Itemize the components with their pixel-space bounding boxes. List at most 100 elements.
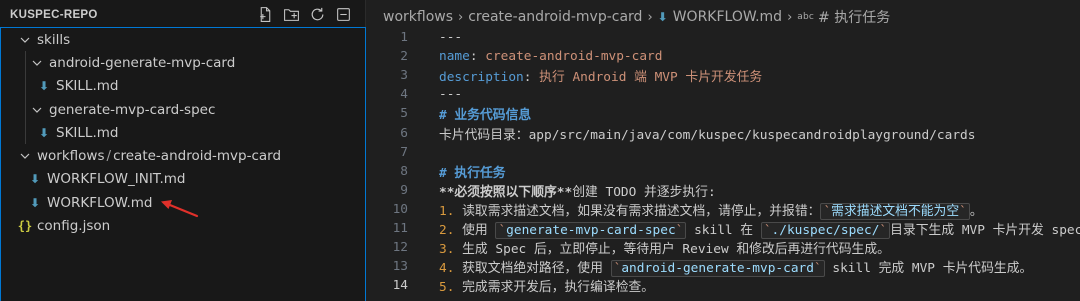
list-number: 3. (439, 242, 455, 258)
tree-item-label: WORKFLOW.md (47, 194, 153, 211)
tree-folder-workflows-create-android-mvp-card[interactable]: workflows / create-android-mvp-card (1, 144, 365, 167)
code-line: 6 卡片代码目录：app/src/main/java/com/kuspec/ku… (367, 123, 1080, 143)
list-number: 2. (439, 222, 455, 238)
breadcrumb: workflows › create-android-mvp-card › ⬇ … (383, 7, 890, 27)
code-text: 创建 TODO 并逐步执行: (572, 184, 716, 200)
inline-code-text: ./kuspec/spec/ (771, 222, 880, 238)
yaml-delimiter: --- (439, 30, 463, 46)
chevron-down-icon (29, 102, 45, 118)
code-text: 完成需求开发后，执行编译检查。 (454, 280, 655, 296)
markdown-file-icon: ⬇ (29, 172, 41, 187)
tree-item-label: android-generate-mvp-card (49, 54, 236, 71)
code-line: 7 (367, 143, 1080, 162)
breadcrumb-item-workflows[interactable]: workflows (383, 9, 453, 25)
code-text: 。 (969, 203, 983, 219)
collapse-all-icon[interactable] (335, 6, 352, 23)
tree-item-label: config.json (37, 218, 111, 235)
red-arrow-annotation-icon (161, 200, 199, 218)
chevron-right-icon: › (647, 9, 653, 25)
yaml-colon: : (523, 70, 540, 86)
code-line: 10 1. 读取需求描述文档，如果没有需求描述文档，请停止，并报错： `需求描述文… (367, 200, 1080, 220)
code-line-active: 14 5. 完成需求开发后，执行编译检查。 (367, 276, 1080, 295)
inline-code: `generate-mvp-card-spec` (495, 221, 687, 239)
code-area[interactable]: 1 --- 2 name: create-android-mvp-card 3 … (367, 28, 1080, 295)
inline-code-text: android-generate-mvp-card (621, 261, 814, 277)
tree-file-workflow-init-md[interactable]: ⬇ WORKFLOW_INIT.md (1, 168, 365, 191)
refresh-icon[interactable] (309, 6, 326, 23)
line-number: 1 (400, 30, 408, 46)
tree-folder-android-generate-mvp-card[interactable]: android-generate-mvp-card (1, 51, 365, 75)
code-line: 13 4. 获取文档绝对路径，使用 `android-generate-mvp-… (367, 257, 1080, 278)
yaml-colon: : (469, 49, 486, 65)
code-text: skill 完成 MVP 卡片代码生成。 (824, 261, 1033, 277)
line-number: 2 (400, 49, 408, 65)
chevron-down-icon (17, 32, 33, 48)
yaml-delimiter: --- (439, 87, 463, 103)
line-number: 9 (400, 182, 408, 198)
markdown-file-icon: ⬇ (38, 125, 50, 140)
inline-code-text: 需求描述文档不能为空 (831, 203, 960, 219)
line-number: 14 (392, 278, 408, 294)
list-number: 5. (439, 280, 455, 296)
inline-code: `./kuspec/spec/` (760, 221, 891, 239)
chevron-down-icon (17, 148, 33, 164)
new-folder-icon[interactable] (283, 6, 300, 23)
yaml-value: create-android-mvp-card (485, 49, 663, 65)
indent-guide (25, 121, 26, 145)
tree-file-skill-md[interactable]: ⬇ SKILL.md (1, 74, 365, 98)
code-line: 3 description: 执行 Android 端 MVP 卡片开发任务 (367, 66, 1080, 85)
code-line: 5 # 业务代码信息 (367, 104, 1080, 123)
backtick: ` (823, 203, 832, 219)
tree-file-skill-md[interactable]: ⬇ SKILL.md (1, 121, 365, 145)
code-line: 8 # 执行任务 (367, 162, 1080, 181)
code-text: 获取文档绝对路径，使用 (454, 261, 611, 277)
line-number: 11 (392, 220, 408, 236)
code-line: 12 3. 生成 Spec 后，立即停止，等待用户 Review 和修改后再进行… (367, 238, 1080, 257)
backtick: ` (959, 203, 967, 219)
yaml-value: 执行 Android 端 MVP 卡片开发任务 (539, 70, 763, 86)
code-line: 4 --- (367, 85, 1080, 104)
inline-code: `需求描述文档不能为空` (820, 202, 970, 220)
backtick: ` (879, 222, 888, 238)
yaml-key: name (439, 49, 470, 65)
indent-guide (25, 51, 26, 75)
breadcrumb-item-file[interactable]: WORKFLOW.md (673, 9, 782, 25)
breadcrumb-item-folder[interactable]: create-android-mvp-card (468, 9, 642, 25)
tree-item-label: WORKFLOW_INIT.md (47, 171, 186, 188)
indent-guide (25, 74, 26, 98)
explorer-panel: KUSPEC-REPO skills android-generate-mvp-… (0, 0, 366, 301)
code-text: 读取需求描述文档，如果没有需求描述文档，请停止，并报错： (454, 203, 821, 219)
tree-item-label: create-android-mvp-card (113, 148, 282, 165)
list-number: 1. (439, 203, 455, 219)
tree-item-label: workflows (37, 148, 105, 165)
code-line: 9 **必须按照以下顺序**创建 TODO 并逐步执行: (367, 181, 1080, 200)
bold-text: **必须按照以下顺序** (439, 184, 573, 200)
code-text: 卡片代码目录：app/src/main/java/com/kuspec/kusp… (439, 127, 976, 143)
tree-item-label: generate-mvp-card-spec (49, 101, 216, 118)
new-file-icon[interactable] (257, 6, 274, 23)
chevron-down-icon (29, 55, 45, 71)
tree-folder-skills[interactable]: skills (1, 28, 365, 51)
backtick: ` (675, 222, 684, 238)
markdown-file-icon: ⬇ (38, 79, 50, 94)
backtick: ` (498, 222, 507, 238)
code-line: 1 --- (367, 28, 1080, 47)
tree-item-label: SKILL.md (56, 78, 119, 95)
yaml-key: description (439, 70, 524, 86)
backtick: ` (813, 261, 822, 277)
explorer-actions (257, 6, 352, 23)
tree-folder-generate-mvp-card-spec[interactable]: generate-mvp-card-spec (1, 97, 365, 122)
list-number: 4. (439, 261, 455, 277)
line-number: 12 (392, 240, 408, 256)
json-file-icon: {} (17, 219, 33, 234)
markdown-heading: # 业务代码信息 (439, 108, 532, 124)
code-text: 生成 Spec 后，立即停止，等待用户 Review 和修改后再进行代码生成。 (454, 242, 890, 258)
breadcrumb-item-symbol[interactable]: # 执行任务 (818, 7, 890, 27)
code-text: skill 在 (686, 222, 761, 238)
backtick: ` (763, 222, 772, 238)
tree-item-label: skills (37, 31, 71, 48)
code-line: 11 2. 使用 `generate-mvp-card-spec` skill … (367, 219, 1080, 239)
line-number: 7 (400, 144, 408, 160)
line-number: 6 (400, 125, 408, 141)
code-line: 2 name: create-android-mvp-card (367, 47, 1080, 66)
